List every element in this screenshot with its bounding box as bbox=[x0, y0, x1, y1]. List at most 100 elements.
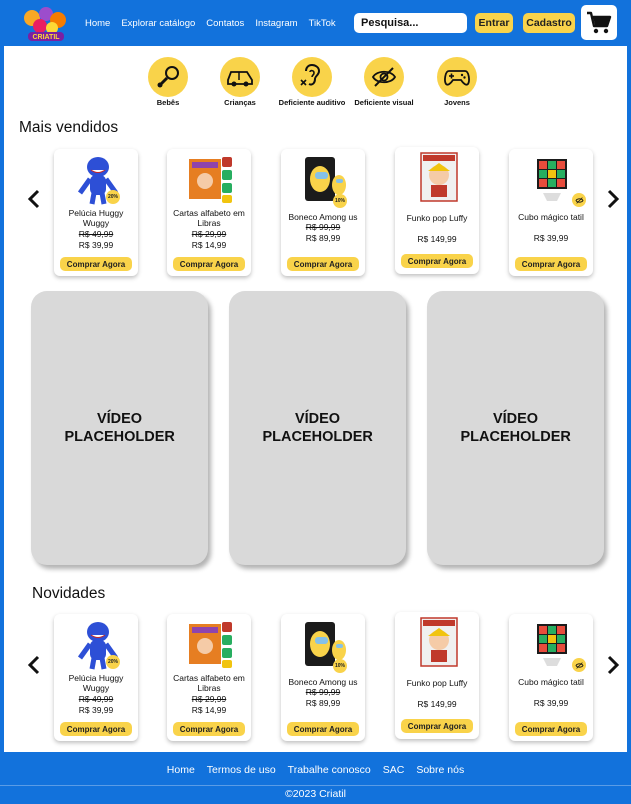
footer: Home Termos de uso Trabalhe conosco SAC … bbox=[0, 752, 631, 804]
product-card[interactable]: 20% Pelúcia Huggy Wuggy R$ 49,99 R$ 39,99 Co… bbox=[54, 149, 138, 276]
product-image[interactable] bbox=[189, 153, 233, 205]
criatil-logo[interactable]: CRIATIL bbox=[20, 4, 72, 44]
footer-link-home[interactable]: Home bbox=[167, 764, 195, 776]
nav-tiktok[interactable]: TikTok bbox=[309, 18, 336, 29]
product-price: R$ 39,99 bbox=[78, 240, 114, 250]
footer-link-terms[interactable]: Termos de uso bbox=[207, 764, 276, 776]
product-card[interactable]: Funko pop Luffy R$ 149,99 Comprar Agora bbox=[395, 612, 479, 739]
header: CRIATIL Home Explorar catálogo Contatos … bbox=[0, 0, 631, 46]
buy-now-button[interactable]: Comprar Agora bbox=[173, 257, 245, 271]
buy-now-button[interactable]: Comprar Agora bbox=[287, 722, 359, 736]
eye-slash-icon bbox=[364, 57, 404, 97]
product-name: Cartas alfabeto em Libras bbox=[173, 673, 245, 693]
login-button[interactable]: Entrar bbox=[475, 13, 513, 33]
product-card[interactable]: Cubo mágico tatil R$ 39,99 Comprar Agora bbox=[509, 614, 593, 741]
footer-links: Home Termos de uso Trabalhe conosco SAC … bbox=[0, 764, 631, 776]
product-old-price: R$ 99,99 bbox=[305, 222, 341, 232]
ear-icon bbox=[292, 57, 332, 97]
cart-button[interactable] bbox=[581, 5, 617, 40]
product-card[interactable]: Cubo mágico tatil R$ 39,99 Comprar Agora bbox=[509, 149, 593, 276]
product-price: R$ 14,99 bbox=[191, 240, 227, 250]
product-price: R$ 89,99 bbox=[305, 698, 341, 708]
footer-link-sac[interactable]: SAC bbox=[383, 764, 405, 776]
chevron-left-icon bbox=[27, 189, 40, 209]
product-card[interactable]: Cartas alfabeto em Libras R$ 29,99 R$ 14,9… bbox=[167, 149, 251, 276]
product-name: Funko pop Luffy bbox=[406, 678, 468, 688]
eye-slash-badge-icon bbox=[572, 193, 586, 207]
cart-icon bbox=[587, 11, 612, 33]
chevron-left-icon bbox=[27, 655, 40, 675]
video-placeholder[interactable]: VÍDEO PLACEHOLDER bbox=[427, 291, 604, 565]
product-name: Boneco Among us bbox=[288, 677, 358, 687]
chevron-right-icon bbox=[607, 189, 620, 209]
rattle-icon bbox=[148, 57, 188, 97]
eye-slash-badge-icon bbox=[572, 658, 586, 672]
product-old-price: R$ 49,99 bbox=[78, 229, 114, 239]
buy-now-button[interactable]: Comprar Agora bbox=[401, 254, 473, 268]
video-label: VÍDEO PLACEHOLDER bbox=[262, 411, 373, 445]
best-sellers-prev-button[interactable] bbox=[25, 187, 43, 211]
buy-now-button[interactable]: Comprar Agora bbox=[287, 257, 359, 271]
discount-badge: 20% bbox=[106, 190, 120, 204]
product-image[interactable] bbox=[531, 153, 575, 205]
new-arrivals-title: Novidades bbox=[32, 585, 106, 602]
gamepad-icon bbox=[437, 57, 477, 97]
best-sellers-next-button[interactable] bbox=[604, 187, 622, 211]
discount-badge: 10% bbox=[333, 194, 347, 208]
chevron-right-icon bbox=[607, 655, 620, 675]
buy-now-button[interactable]: Comprar Agora bbox=[60, 257, 132, 271]
product-image[interactable] bbox=[189, 618, 233, 670]
new-arrivals-prev-button[interactable] bbox=[25, 653, 43, 677]
product-price: R$ 39,99 bbox=[533, 698, 569, 708]
product-name: Cartas alfabeto em Libras bbox=[173, 208, 245, 228]
footer-link-about[interactable]: Sobre nós bbox=[416, 764, 464, 776]
signup-button[interactable]: Cadastro bbox=[523, 13, 575, 33]
nav-explore-catalog[interactable]: Explorar catálogo bbox=[121, 18, 195, 29]
product-name: Funko pop Luffy bbox=[406, 213, 468, 223]
best-sellers-title: Mais vendidos bbox=[19, 119, 119, 136]
product-card[interactable]: Funko pop Luffy R$ 149,99 Comprar Agora bbox=[395, 147, 479, 274]
footer-divider bbox=[0, 785, 631, 786]
product-name: Boneco Among us bbox=[288, 212, 358, 222]
product-image[interactable] bbox=[417, 151, 461, 203]
category-youth[interactable]: Jovens bbox=[412, 57, 502, 107]
product-name: Pelúcia Huggy Wuggy bbox=[68, 673, 124, 693]
search-input[interactable] bbox=[354, 13, 467, 33]
product-price: R$ 149,99 bbox=[417, 699, 457, 709]
product-price: R$ 89,99 bbox=[305, 233, 341, 243]
copyright: ©2023 Criatil bbox=[285, 788, 346, 800]
product-card[interactable]: 20% Pelúcia Huggy Wuggy R$ 49,99 R$ 39,99 Co… bbox=[54, 614, 138, 741]
product-price: R$ 39,99 bbox=[78, 705, 114, 715]
video-label: VÍDEO PLACEHOLDER bbox=[64, 411, 175, 445]
discount-badge: 20% bbox=[106, 655, 120, 669]
buy-now-button[interactable]: Comprar Agora bbox=[515, 257, 587, 271]
svg-text:CRIATIL: CRIATIL bbox=[32, 34, 60, 41]
nav-contacts[interactable]: Contatos bbox=[206, 18, 244, 29]
product-old-price: R$ 49,99 bbox=[78, 694, 114, 704]
buy-now-button[interactable]: Comprar Agora bbox=[401, 719, 473, 733]
video-placeholder[interactable]: VÍDEO PLACEHOLDER bbox=[31, 291, 208, 565]
product-price: R$ 14,99 bbox=[191, 705, 227, 715]
product-card[interactable]: 10% Boneco Among us R$ 99,99 R$ 89,99 Compra… bbox=[281, 149, 365, 276]
car-icon bbox=[220, 57, 260, 97]
product-price: R$ 39,99 bbox=[533, 233, 569, 243]
buy-now-button[interactable]: Comprar Agora bbox=[515, 722, 587, 736]
nav-home[interactable]: Home bbox=[85, 18, 110, 29]
main-nav: Home Explorar catálogo Contatos Instagra… bbox=[85, 18, 347, 29]
product-image[interactable] bbox=[417, 616, 461, 668]
video-placeholder[interactable]: VÍDEO PLACEHOLDER bbox=[229, 291, 406, 565]
product-old-price: R$ 29,99 bbox=[191, 694, 227, 704]
buy-now-button[interactable]: Comprar Agora bbox=[173, 722, 245, 736]
product-card[interactable]: 10% Boneco Among us R$ 99,99 R$ 89,99 Compra… bbox=[281, 614, 365, 741]
new-arrivals-next-button[interactable] bbox=[604, 653, 622, 677]
discount-badge: 10% bbox=[333, 659, 347, 673]
nav-instagram[interactable]: Instagram bbox=[255, 18, 297, 29]
category-label: Jovens bbox=[444, 98, 470, 107]
buy-now-button[interactable]: Comprar Agora bbox=[60, 722, 132, 736]
product-old-price: R$ 29,99 bbox=[191, 229, 227, 239]
product-card[interactable]: Cartas alfabeto em Libras R$ 29,99 R$ 14,9… bbox=[167, 614, 251, 741]
footer-link-careers[interactable]: Trabalhe conosco bbox=[288, 764, 371, 776]
product-image[interactable] bbox=[531, 618, 575, 670]
product-old-price: R$ 99,99 bbox=[305, 687, 341, 697]
product-name: Pelúcia Huggy Wuggy bbox=[68, 208, 124, 228]
